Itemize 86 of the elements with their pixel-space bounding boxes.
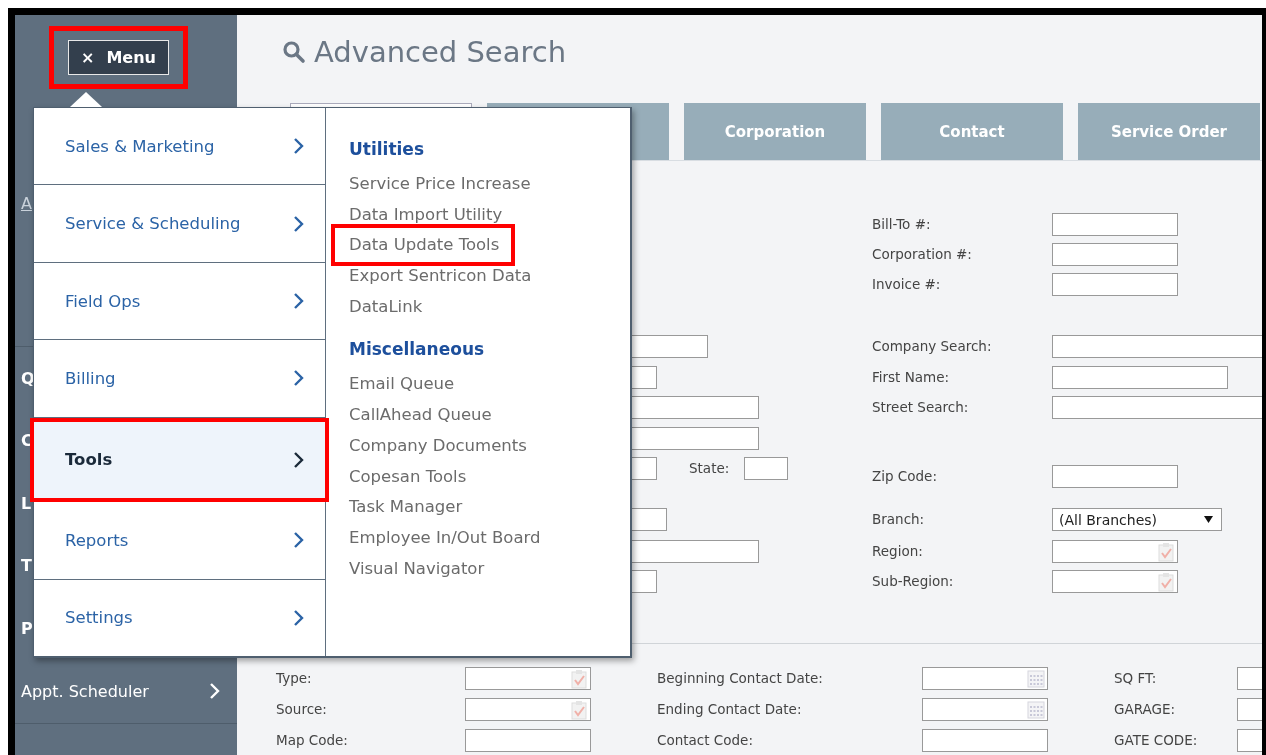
input-field[interactable] <box>922 667 1048 690</box>
input-field[interactable] <box>465 729 591 752</box>
submenu-link[interactable]: Email Queue <box>349 369 630 401</box>
calendar-icon <box>1027 669 1045 688</box>
field-label: Branch: <box>872 510 925 527</box>
submenu-link[interactable]: Data Update Tools <box>331 224 516 267</box>
field-label: Invoice #: <box>872 275 941 292</box>
field-label: Beginning Contact Date: <box>657 669 824 688</box>
branch-dropdown[interactable]: (All Branches) <box>1052 508 1222 531</box>
field-label: Ending Contact Date: <box>657 700 803 719</box>
clipboard-icon <box>1157 541 1175 562</box>
input-field[interactable] <box>632 335 708 358</box>
field-label: Street Search: <box>872 398 969 415</box>
sidebar-item[interactable]: Q <box>21 368 35 388</box>
input-field[interactable] <box>1052 243 1178 266</box>
field-label: Map Code: <box>276 731 349 750</box>
input-field[interactable] <box>632 540 759 563</box>
menu-item[interactable]: Field Ops <box>34 262 325 341</box>
field-label: State: <box>689 459 730 476</box>
input-field[interactable] <box>632 508 667 531</box>
field-label: SQ FT: <box>1114 669 1158 688</box>
input-field[interactable] <box>632 396 759 419</box>
field-label: GATE CODE: <box>1114 731 1199 750</box>
chevron-icon <box>293 531 305 550</box>
clipboard-icon <box>1157 571 1175 592</box>
chevron-icon <box>293 214 305 233</box>
chevron-icon <box>293 292 305 311</box>
field-label: Bill-To #: <box>872 215 931 232</box>
field-label: Region: <box>872 542 923 559</box>
field-label: First Name: <box>872 368 950 385</box>
field-label: Corporation #: <box>872 245 972 262</box>
input-field[interactable] <box>1052 213 1178 236</box>
menu-item[interactable]: Tools <box>30 417 329 503</box>
submenu-link[interactable]: Service Price Increase <box>349 169 630 200</box>
submenu-link[interactable]: Task Manager <box>349 492 630 523</box>
input-field[interactable] <box>1052 396 1262 419</box>
chevron-icon <box>209 682 221 700</box>
menu-item[interactable]: Service & Scheduling <box>34 185 325 263</box>
input-field[interactable] <box>1052 540 1178 563</box>
sidebar-item[interactable]: T <box>21 556 32 576</box>
field-label: Source: <box>276 700 328 719</box>
clipboard-icon <box>570 699 588 720</box>
field-label: Zip Code: <box>872 467 937 484</box>
input-field[interactable] <box>1052 335 1262 358</box>
menu-item[interactable]: Reports <box>34 502 325 580</box>
field-label: Contact Code: <box>657 731 754 750</box>
input-field[interactable] <box>632 366 657 389</box>
dropdown-arrow-icon <box>1204 515 1213 524</box>
input-field[interactable] <box>1052 273 1178 296</box>
input-field[interactable] <box>922 698 1048 721</box>
menu-item[interactable]: Billing <box>34 340 325 418</box>
search-icon <box>282 40 306 64</box>
menu-button[interactable]: × Menu <box>68 40 169 75</box>
page-title: Advanced Search <box>314 35 567 69</box>
chevron-icon <box>293 137 305 156</box>
section-heading: Miscellaneous <box>349 339 486 362</box>
field-label: GARAGE: <box>1114 700 1177 719</box>
chevron-icon <box>293 608 305 627</box>
input-field[interactable] <box>744 457 789 480</box>
field-label: Company Search: <box>872 337 992 354</box>
input-field[interactable] <box>632 457 657 480</box>
menu-item[interactable]: Sales & Marketing <box>34 108 325 186</box>
submenu-link[interactable]: DataLink <box>349 291 630 323</box>
submenu-link[interactable]: Employee In/Out Board <box>349 522 630 554</box>
input-field[interactable] <box>1052 366 1228 389</box>
input-field[interactable] <box>465 667 591 690</box>
submenu-link[interactable]: Company Documents <box>349 430 630 462</box>
chevron-icon <box>293 369 305 388</box>
input-field[interactable] <box>465 698 591 721</box>
submenu-link[interactable]: Visual Navigator <box>349 553 630 585</box>
sidebar-item[interactable]: L <box>21 493 32 513</box>
submenu-link[interactable]: CallAhead Queue <box>349 400 630 431</box>
input-field[interactable] <box>632 427 759 450</box>
input-field[interactable] <box>1052 465 1178 488</box>
clipboard-icon <box>570 668 588 689</box>
submenu-link[interactable]: Copesan Tools <box>349 461 630 493</box>
field-label: Sub-Region: <box>872 572 954 589</box>
input-field[interactable] <box>632 570 657 593</box>
section-heading: Utilities <box>349 139 425 161</box>
input-field[interactable] <box>922 729 1048 752</box>
input-field[interactable] <box>1052 570 1178 593</box>
sidebar-item[interactable]: P <box>21 618 33 638</box>
chevron-icon <box>293 450 305 469</box>
field-label: Type: <box>276 669 313 688</box>
menu-item[interactable]: Settings <box>34 579 325 656</box>
calendar-icon <box>1027 700 1045 719</box>
